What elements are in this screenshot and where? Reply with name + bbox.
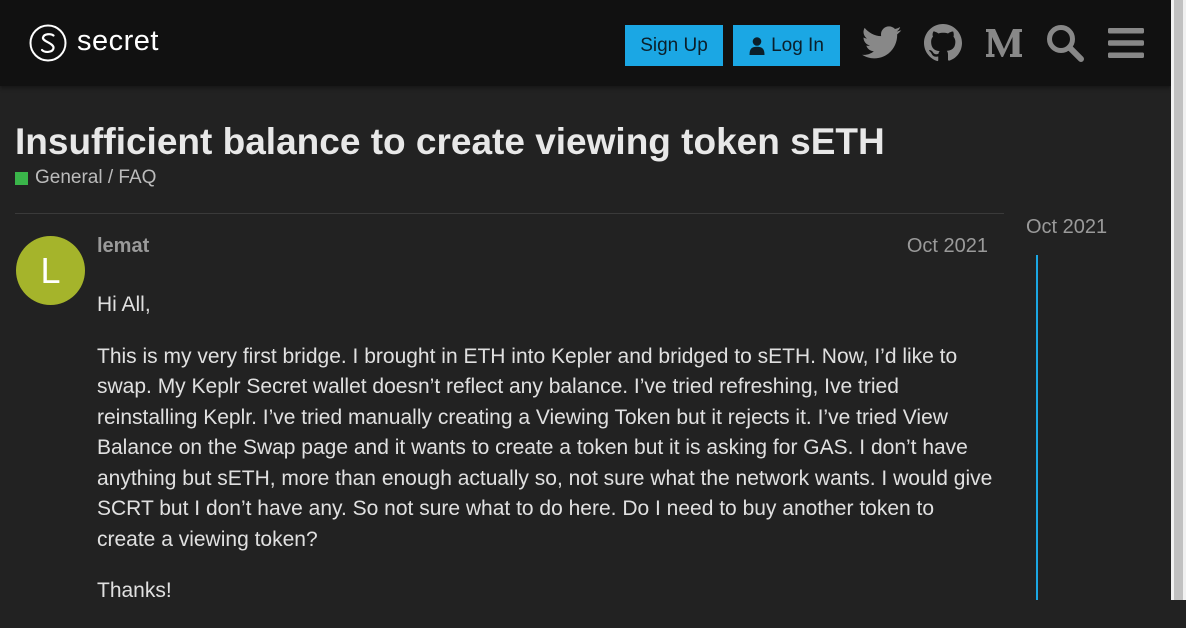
hamburger-menu-button[interactable]	[1105, 22, 1147, 64]
post-paragraph: Thanks!	[97, 579, 172, 602]
topic-title[interactable]: Insufficient balance to create viewing t…	[15, 121, 885, 163]
twitter-link[interactable]	[861, 22, 903, 64]
menu-icon	[1108, 28, 1144, 58]
search-icon	[1047, 25, 1084, 62]
post-author[interactable]: lemat	[97, 235, 149, 258]
timeline-start-date[interactable]: Oct 2021	[1026, 216, 1107, 239]
github-link[interactable]	[922, 22, 964, 64]
github-icon	[924, 24, 962, 62]
secret-logo-icon	[29, 24, 67, 62]
search-button[interactable]	[1044, 22, 1086, 64]
category-label: General / FAQ	[35, 167, 157, 188]
post-body: Hi All, This is my very first bridge. I …	[97, 290, 997, 628]
log-in-label: Log In	[771, 34, 824, 56]
medium-link[interactable]	[983, 22, 1025, 64]
site-logo[interactable]: secret	[29, 24, 159, 62]
topic-category[interactable]: General / FAQ	[15, 167, 156, 189]
category-color-badge	[15, 171, 28, 185]
logo-text: secret	[77, 24, 159, 57]
title-divider	[15, 213, 1004, 214]
medium-icon	[986, 29, 1022, 57]
user-icon	[749, 36, 765, 55]
post-date[interactable]: Oct 2021	[907, 235, 988, 258]
sign-up-button[interactable]: Sign Up	[625, 25, 723, 66]
timeline-scroller-bar[interactable]	[1036, 255, 1038, 600]
post-paragraph: This is my very first bridge. I brought …	[97, 344, 993, 551]
site-header: secret Sign Up Log In	[0, 0, 1171, 86]
log-in-button[interactable]: Log In	[733, 25, 840, 66]
scrollbar-thumb[interactable]	[1174, 0, 1183, 600]
twitter-icon	[862, 26, 902, 59]
post-paragraph: Hi All,	[97, 293, 151, 316]
avatar[interactable]: L	[16, 236, 85, 305]
